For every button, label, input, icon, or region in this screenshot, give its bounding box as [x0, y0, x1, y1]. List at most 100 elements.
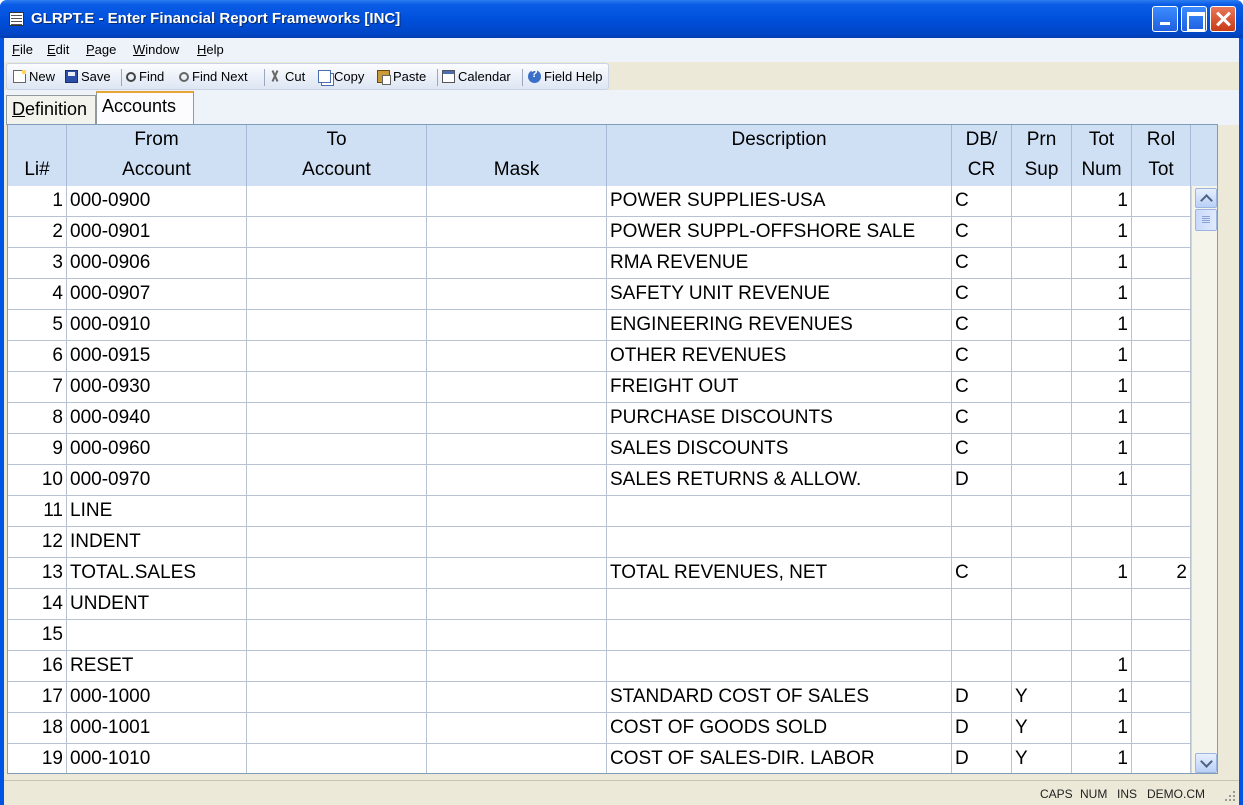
- cell-to-account[interactable]: [247, 620, 427, 651]
- cell-description[interactable]: [607, 651, 952, 682]
- cell-prn-sup[interactable]: [1012, 403, 1072, 434]
- cell-mask[interactable]: [427, 620, 607, 651]
- header-tot-num[interactable]: Tot Num: [1072, 125, 1132, 186]
- cell-db-cr[interactable]: C: [952, 403, 1012, 434]
- cell-tot-num[interactable]: 1: [1072, 434, 1132, 465]
- cell-prn-sup[interactable]: [1012, 558, 1072, 589]
- header-from-account[interactable]: From Account: [67, 125, 247, 186]
- field-help-button[interactable]: Field Help: [528, 68, 603, 84]
- cell-prn-sup[interactable]: [1012, 651, 1072, 682]
- menu-edit[interactable]: Edit: [47, 42, 69, 57]
- calendar-button[interactable]: Calendar: [442, 69, 511, 84]
- cell-description[interactable]: COST OF SALES-DIR. LABOR: [607, 744, 952, 773]
- cell-db-cr[interactable]: C: [952, 372, 1012, 403]
- cell-mask[interactable]: [427, 589, 607, 620]
- table-row[interactable]: 18 000-1001 COST OF GOODS SOLD D Y 1: [8, 713, 1191, 744]
- cell-description[interactable]: TOTAL REVENUES, NET: [607, 558, 952, 589]
- cell-to-account[interactable]: [247, 744, 427, 773]
- cell-db-cr[interactable]: C: [952, 341, 1012, 372]
- cell-to-account[interactable]: [247, 558, 427, 589]
- cell-to-account[interactable]: [247, 248, 427, 279]
- table-row[interactable]: 9 000-0960 SALES DISCOUNTS C 1: [8, 434, 1191, 465]
- table-row[interactable]: 4 000-0907 SAFETY UNIT REVENUE C 1: [8, 279, 1191, 310]
- cell-tot-num[interactable]: 1: [1072, 186, 1132, 217]
- table-row[interactable]: 11 LINE: [8, 496, 1191, 527]
- cell-description[interactable]: SAFETY UNIT REVENUE: [607, 279, 952, 310]
- cell-to-account[interactable]: [247, 589, 427, 620]
- table-row[interactable]: 12 INDENT: [8, 527, 1191, 558]
- cell-prn-sup[interactable]: [1012, 217, 1072, 248]
- cell-to-account[interactable]: [247, 682, 427, 713]
- menu-page[interactable]: Page: [86, 42, 116, 57]
- cell-mask[interactable]: [427, 217, 607, 248]
- cell-db-cr[interactable]: D: [952, 465, 1012, 496]
- tab-definition[interactable]: Definition: [6, 95, 96, 125]
- cell-tot-num[interactable]: 1: [1072, 558, 1132, 589]
- table-row[interactable]: 15: [8, 620, 1191, 651]
- cell-from-account[interactable]: 000-0910: [67, 310, 247, 341]
- cell-rol-tot[interactable]: [1132, 372, 1191, 403]
- table-row[interactable]: 5 000-0910 ENGINEERING REVENUES C 1: [8, 310, 1191, 341]
- table-row[interactable]: 8 000-0940 PURCHASE DISCOUNTS C 1: [8, 403, 1191, 434]
- header-rol-tot[interactable]: Rol Tot: [1132, 125, 1191, 186]
- cell-db-cr[interactable]: [952, 589, 1012, 620]
- cell-tot-num[interactable]: [1072, 589, 1132, 620]
- cell-tot-num[interactable]: 1: [1072, 341, 1132, 372]
- cell-prn-sup[interactable]: [1012, 341, 1072, 372]
- cell-description[interactable]: STANDARD COST OF SALES: [607, 682, 952, 713]
- cell-rol-tot[interactable]: [1132, 713, 1191, 744]
- table-row[interactable]: 16 RESET 1: [8, 651, 1191, 682]
- cell-mask[interactable]: [427, 496, 607, 527]
- cell-from-account[interactable]: UNDENT: [67, 589, 247, 620]
- cell-to-account[interactable]: [247, 279, 427, 310]
- cell-mask[interactable]: [427, 248, 607, 279]
- cell-from-account[interactable]: 000-0901: [67, 217, 247, 248]
- cell-db-cr[interactable]: C: [952, 217, 1012, 248]
- table-row[interactable]: 13 TOTAL.SALES TOTAL REVENUES, NET C 1 2: [8, 558, 1191, 589]
- cell-mask[interactable]: [427, 434, 607, 465]
- cell-to-account[interactable]: [247, 651, 427, 682]
- cell-to-account[interactable]: [247, 186, 427, 217]
- table-row[interactable]: 3 000-0906 RMA REVENUE C 1: [8, 248, 1191, 279]
- cell-prn-sup[interactable]: [1012, 279, 1072, 310]
- cell-from-account[interactable]: 000-0960: [67, 434, 247, 465]
- cell-rol-tot[interactable]: [1132, 651, 1191, 682]
- copy-button[interactable]: Copy: [318, 69, 364, 84]
- cell-tot-num[interactable]: 1: [1072, 651, 1132, 682]
- cell-description[interactable]: OTHER REVENUES: [607, 341, 952, 372]
- cell-description[interactable]: [607, 496, 952, 527]
- cell-rol-tot[interactable]: [1132, 434, 1191, 465]
- cell-rol-tot[interactable]: 2: [1132, 558, 1191, 589]
- cell-description[interactable]: POWER SUPPLIES-USA: [607, 186, 952, 217]
- cell-mask[interactable]: [427, 651, 607, 682]
- table-row[interactable]: 7 000-0930 FREIGHT OUT C 1: [8, 372, 1191, 403]
- cell-db-cr[interactable]: C: [952, 248, 1012, 279]
- cell-rol-tot[interactable]: [1132, 310, 1191, 341]
- cell-db-cr[interactable]: [952, 527, 1012, 558]
- table-row[interactable]: 6 000-0915 OTHER REVENUES C 1: [8, 341, 1191, 372]
- cell-from-account[interactable]: RESET: [67, 651, 247, 682]
- cell-rol-tot[interactable]: [1132, 279, 1191, 310]
- cell-prn-sup[interactable]: [1012, 496, 1072, 527]
- cell-to-account[interactable]: [247, 434, 427, 465]
- cell-rol-tot[interactable]: [1132, 403, 1191, 434]
- header-to-account[interactable]: To Account: [247, 125, 427, 186]
- cell-prn-sup[interactable]: [1012, 248, 1072, 279]
- cell-to-account[interactable]: [247, 341, 427, 372]
- cell-from-account[interactable]: 000-0900: [67, 186, 247, 217]
- cell-rol-tot[interactable]: [1132, 186, 1191, 217]
- cell-to-account[interactable]: [247, 713, 427, 744]
- find-next-button[interactable]: Find Next: [179, 69, 248, 84]
- cell-rol-tot[interactable]: [1132, 682, 1191, 713]
- menu-help[interactable]: Help: [197, 42, 224, 57]
- cell-mask[interactable]: [427, 372, 607, 403]
- cell-tot-num[interactable]: 1: [1072, 279, 1132, 310]
- cell-rol-tot[interactable]: [1132, 217, 1191, 248]
- cell-tot-num[interactable]: 1: [1072, 372, 1132, 403]
- cell-mask[interactable]: [427, 465, 607, 496]
- cell-to-account[interactable]: [247, 527, 427, 558]
- scroll-down-button[interactable]: [1195, 753, 1217, 773]
- cell-db-cr[interactable]: D: [952, 713, 1012, 744]
- cell-mask[interactable]: [427, 403, 607, 434]
- cell-mask[interactable]: [427, 558, 607, 589]
